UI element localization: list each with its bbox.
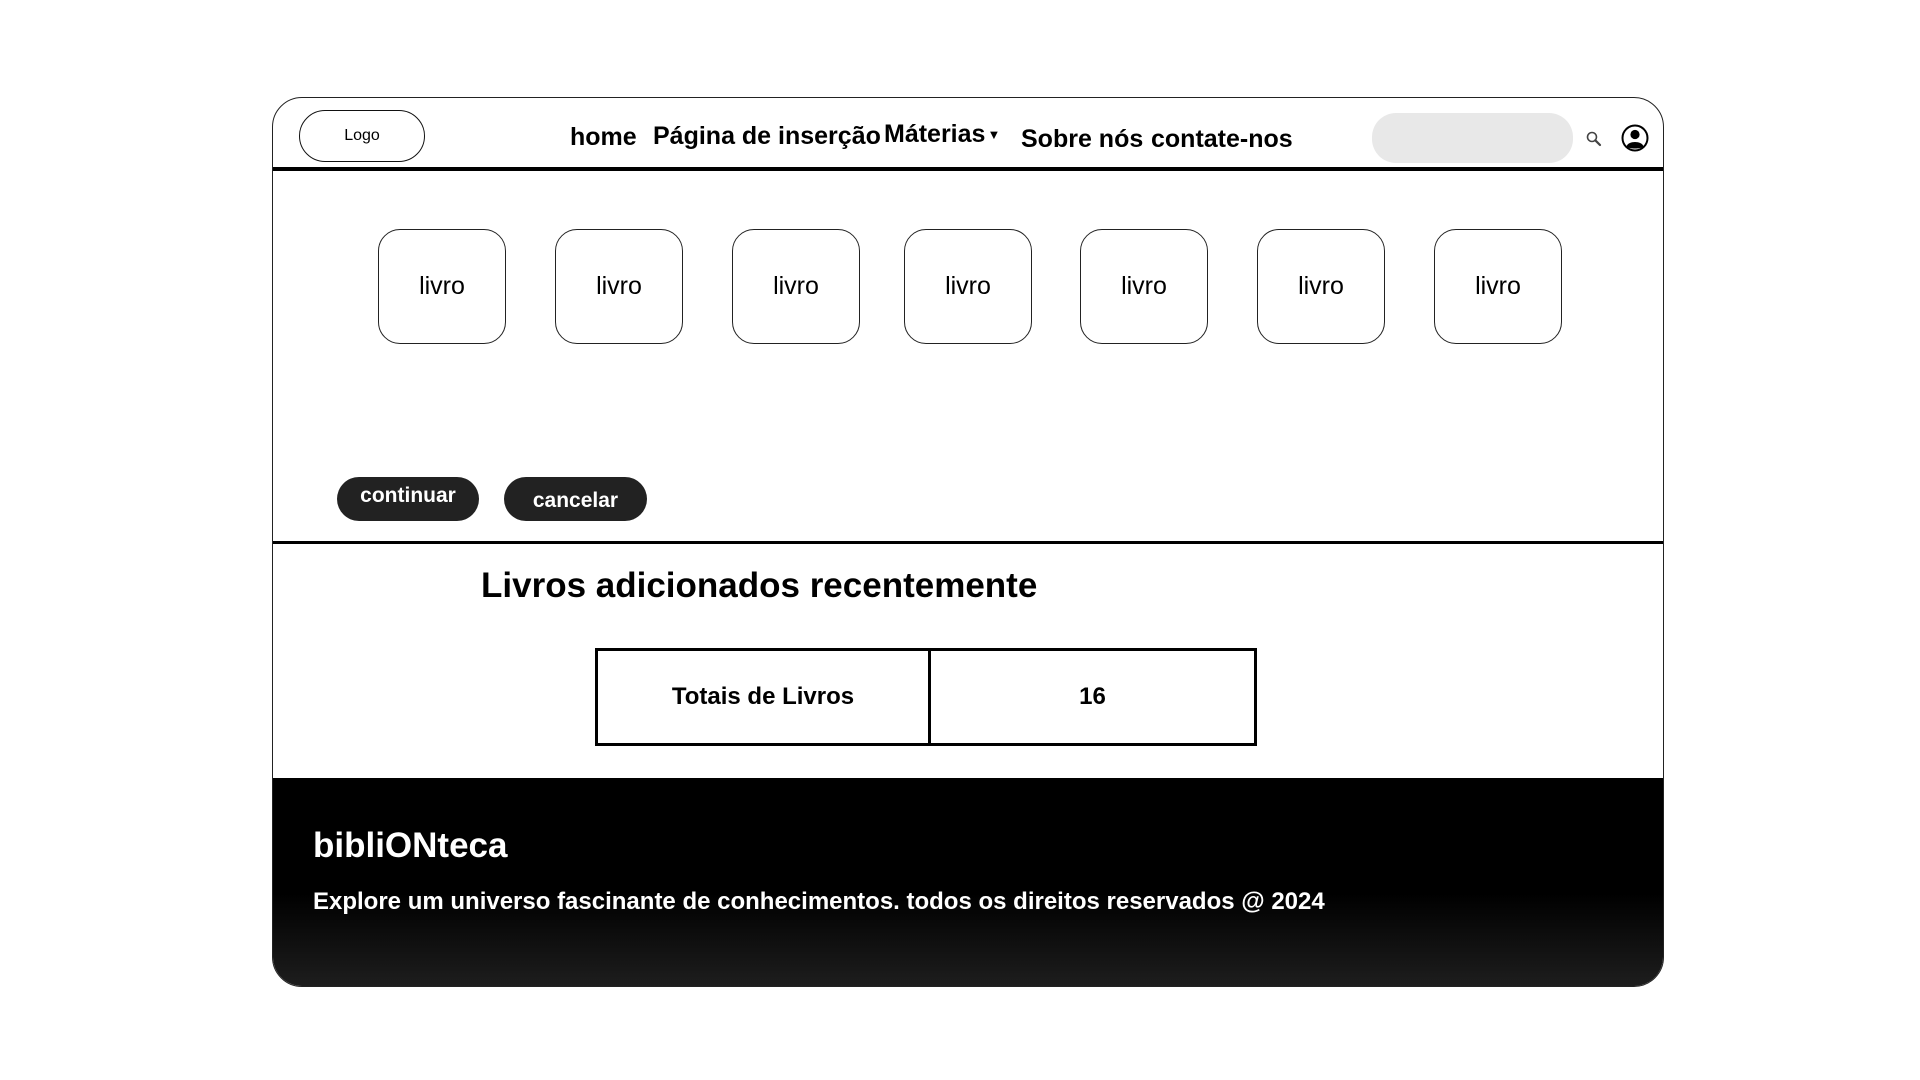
book-card[interactable]: livro	[904, 229, 1032, 344]
footer: bibliONteca Explore um universo fascinan…	[273, 778, 1663, 986]
nav-contact[interactable]: contate-nos	[1151, 125, 1293, 154]
section-divider	[273, 541, 1663, 544]
continue-button[interactable]: continuar	[337, 477, 479, 521]
book-totals-label: Totais de Livros	[598, 651, 931, 743]
search-icon[interactable]	[1585, 130, 1603, 148]
app-window: Logo home Página de inserção Máterias ▼ S…	[272, 97, 1664, 987]
cancel-button[interactable]: cancelar	[504, 477, 647, 521]
chevron-down-icon: ▼	[987, 127, 1001, 142]
nav-materias-dropdown[interactable]: Máterias ▼	[884, 120, 1000, 149]
nav-materias-label: Máterias	[884, 120, 986, 148]
nav-insert-page[interactable]: Página de inserção	[653, 122, 881, 151]
footer-brand: bibliONteca	[313, 826, 508, 865]
book-card[interactable]: livro	[1257, 229, 1385, 344]
book-card[interactable]: livro	[555, 229, 683, 344]
logo[interactable]: Logo	[299, 110, 425, 162]
book-card[interactable]: livro	[732, 229, 860, 344]
book-card[interactable]: livro	[1080, 229, 1208, 344]
header-divider	[273, 167, 1663, 171]
book-totals-table: Totais de Livros 16	[595, 648, 1257, 746]
book-label: livro	[1298, 272, 1344, 300]
book-label: livro	[1121, 272, 1167, 300]
book-label: livro	[945, 272, 991, 300]
book-label: livro	[419, 272, 465, 300]
book-label: livro	[773, 272, 819, 300]
search-input[interactable]	[1372, 113, 1573, 163]
user-icon[interactable]	[1621, 124, 1649, 152]
nav-home[interactable]: home	[570, 123, 637, 152]
book-card[interactable]: livro	[378, 229, 506, 344]
footer-tagline: Explore um universo fascinante de conhec…	[313, 888, 1325, 915]
book-label: livro	[1475, 272, 1521, 300]
book-card[interactable]: livro	[1434, 229, 1562, 344]
recent-books-title: Livros adicionados recentemente	[481, 566, 1038, 605]
logo-label: Logo	[344, 127, 380, 144]
nav-about[interactable]: Sobre nós	[1021, 125, 1143, 154]
book-totals-value: 16	[1079, 683, 1106, 710]
book-label: livro	[596, 272, 642, 300]
